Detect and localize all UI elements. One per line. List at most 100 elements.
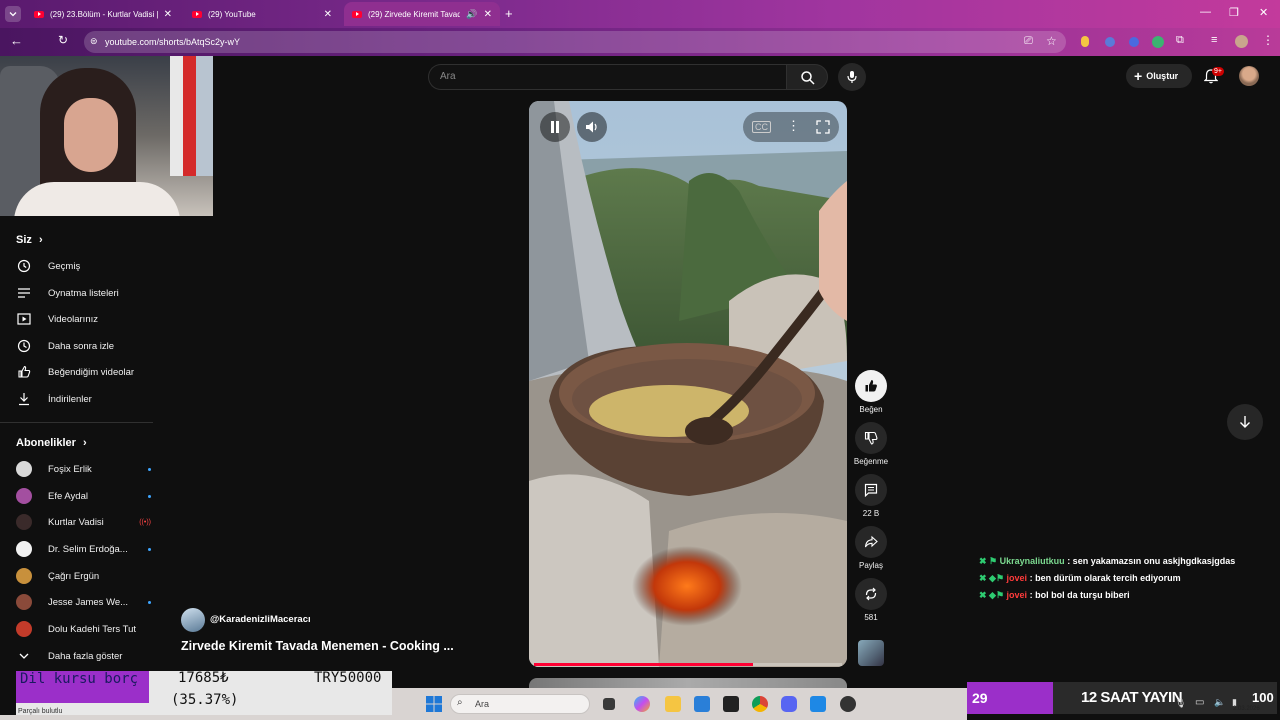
more-options-icon[interactable]: ⋮ [787, 118, 800, 134]
sidebar-item-your-videos[interactable]: Videolarınız [16, 308, 151, 330]
dislike-button[interactable] [855, 422, 887, 454]
share-icon [864, 535, 878, 548]
volume-icon[interactable]: 🔈 [1214, 697, 1225, 708]
dislike-label: Beğenme [853, 457, 889, 466]
channel-avatar [16, 488, 32, 504]
search-input[interactable] [428, 64, 786, 90]
audio-playing-icon[interactable]: 🔊 [466, 9, 477, 20]
terminal-icon[interactable] [723, 696, 739, 712]
sidebar-subscription[interactable]: Dolu Kadehi Ters Tut [16, 618, 151, 640]
browser-tab-2[interactable]: (29) YouTube ✕ [184, 2, 340, 26]
video-progress-fill [534, 663, 753, 666]
captions-icon[interactable]: CC [752, 121, 771, 133]
sidebar-subscription[interactable]: Kurtlar Vadisi ((•)) [16, 511, 151, 533]
sidebar-item-label: Kurtlar Vadisi [48, 516, 104, 528]
subscriptions-heading[interactable]: Abonelikler › [16, 437, 87, 449]
sidebar-item-history[interactable]: Geçmiş [16, 255, 151, 277]
close-tab-icon[interactable]: ✕ [324, 9, 332, 20]
new-content-dot [148, 494, 151, 498]
file-explorer-icon[interactable] [665, 696, 681, 712]
install-app-icon[interactable]: ⎚ [1024, 35, 1033, 48]
live-icon: ((•)) [139, 518, 151, 526]
next-short-button[interactable] [1227, 404, 1263, 440]
obs-icon[interactable] [840, 696, 856, 712]
next-short-preview[interactable] [529, 678, 847, 688]
tab-search-button[interactable] [5, 6, 21, 22]
search-icon [801, 71, 815, 85]
display-icon[interactable]: ▭ [1195, 697, 1204, 708]
close-tab-icon[interactable]: ✕ [484, 9, 492, 20]
like-label: Beğen [859, 405, 883, 414]
restore-button[interactable]: ❐ [1229, 6, 1239, 19]
sidebar-subscription[interactable]: Foşix Erlik [16, 458, 151, 480]
webcam-person-face [64, 98, 118, 172]
extension-icon[interactable] [1105, 37, 1115, 47]
sidebar-subscription[interactable]: Jesse James We... [16, 591, 151, 613]
windows-start-icon[interactable] [426, 696, 442, 712]
microphone-icon[interactable]: 🎙 [1175, 698, 1186, 709]
close-window-button[interactable]: ✕ [1259, 6, 1268, 19]
sidebar-item-downloads[interactable]: İndirilenler [16, 388, 151, 410]
channel-avatar [16, 621, 32, 637]
create-button[interactable]: + Oluştur [1126, 64, 1192, 88]
sidebar-subscription[interactable]: Efe Aydal [16, 485, 151, 507]
chat-badge-icon: ✖ ◆⚑ [979, 573, 1005, 583]
sidebar-item-label: Efe Aydal [48, 490, 88, 502]
short-title[interactable]: Zirvede Kiremit Tavada Menemen - Cooking… [181, 639, 454, 653]
sidebar-item-liked-videos[interactable]: Beğendiğim videolar [16, 361, 151, 383]
minimize-button[interactable]: — [1200, 6, 1211, 18]
taskbar-search[interactable] [450, 694, 590, 714]
volume-button[interactable] [577, 112, 607, 142]
like-button[interactable] [855, 370, 887, 402]
store-icon[interactable] [694, 696, 710, 712]
sidebar-subscription[interactable]: Dr. Selim Erdoğa... [16, 538, 151, 560]
pause-button[interactable] [540, 112, 570, 142]
you-section-heading[interactable]: Siz › [16, 234, 43, 246]
extension-icon[interactable] [1129, 37, 1139, 47]
sidebar-subscription[interactable]: Çağrı Ergün [16, 565, 151, 587]
task-view-icon[interactable] [603, 698, 615, 710]
voice-search-button[interactable] [838, 63, 866, 91]
short-video-player[interactable] [529, 101, 847, 667]
copilot-icon[interactable] [634, 696, 650, 712]
reload-icon[interactable]: ↻ [58, 33, 68, 47]
chevron-down-icon [9, 12, 17, 17]
taskbar-date[interactable]: 2.03.2026 [1233, 706, 1260, 712]
bookmark-star-icon[interactable]: ☆ [1046, 34, 1057, 48]
reading-list-icon[interactable]: ≡ [1211, 34, 1217, 46]
sidebar-item-label: Dr. Selim Erdoğa... [48, 543, 128, 555]
discord-icon[interactable] [781, 696, 797, 712]
remix-button[interactable] [855, 578, 887, 610]
app-icon[interactable] [810, 696, 826, 712]
browser-tab-3-active[interactable]: (29) Zirvede Kiremit Tavada 🔊 ✕ [344, 2, 500, 26]
extension-icon[interactable] [1081, 36, 1089, 47]
plus-icon: + [1134, 68, 1143, 84]
comments-button[interactable] [855, 474, 887, 506]
site-info-icon[interactable]: ⊜ [90, 36, 98, 47]
extensions-puzzle-icon[interactable]: ⧉ [1176, 34, 1184, 47]
extension-icon[interactable] [1152, 36, 1164, 48]
share-button[interactable] [855, 526, 887, 558]
search-button[interactable] [786, 64, 828, 90]
new-tab-button[interactable]: + [505, 6, 513, 21]
back-icon[interactable]: ← [10, 33, 23, 48]
close-tab-icon[interactable]: ✕ [164, 9, 172, 20]
fullscreen-icon[interactable] [816, 120, 830, 134]
channel-avatar[interactable] [181, 608, 205, 632]
stream-count: 100 [1252, 690, 1274, 705]
browser-menu-icon[interactable]: ⋮ [1262, 33, 1274, 47]
sidebar-item-watch-later[interactable]: Daha sonra izle [16, 335, 151, 357]
profile-avatar[interactable] [1235, 35, 1248, 48]
url-text[interactable]: youtube.com/shorts/bAtqSc2y-wY [105, 37, 240, 47]
account-avatar[interactable] [1239, 66, 1259, 86]
sidebar-show-more[interactable]: Daha fazla göster [16, 645, 151, 667]
browser-tab-1[interactable]: (29) 23.Bölüm - Kurtlar Vadisi | ✕ [26, 2, 180, 26]
weather-status[interactable]: Parçalı bulutlu [18, 708, 62, 715]
channel-name[interactable]: @KaradenizliMaceracı [210, 614, 311, 625]
youtube-favicon-icon [352, 10, 362, 18]
original-sound-thumbnail[interactable] [858, 640, 884, 666]
sidebar-item-label: Oynatma listeleri [48, 287, 119, 299]
share-label: Paylaş [858, 561, 883, 570]
sidebar-item-playlists[interactable]: Oynatma listeleri [16, 282, 151, 304]
chrome-icon[interactable] [752, 696, 768, 712]
